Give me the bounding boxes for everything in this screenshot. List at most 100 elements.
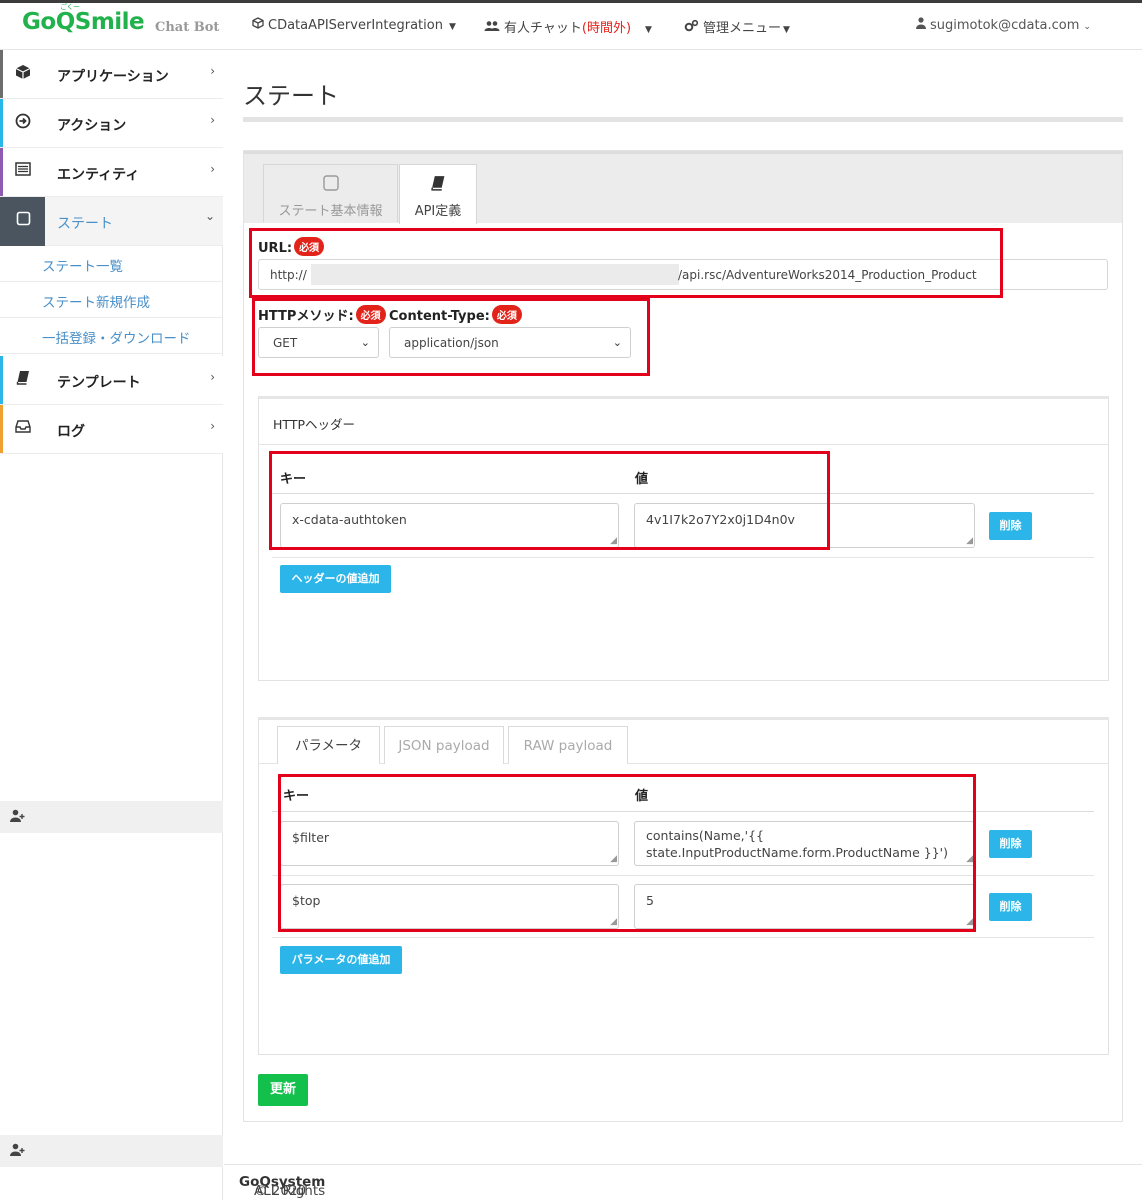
logo-subtitle: Chat Bot [155, 20, 220, 35]
logo[interactable]: ごくー GoQSmile [22, 3, 145, 35]
top-navbar: ごくー GoQSmile Chat Bot CDataAPIServerInte… [0, 0, 1142, 50]
required-badge: 必須 [294, 237, 325, 256]
param-key-input[interactable]: $filter ◢ [280, 821, 619, 866]
cube-icon [14, 64, 32, 82]
sidebar-item-label: ステート [57, 216, 113, 232]
sidebar-item-log[interactable]: ログ › [0, 405, 223, 454]
copyright: © 2020 GoQsystem ALL Rights Reserved. [239, 1174, 325, 1200]
add-header-button[interactable]: ヘッダーの値追加 [280, 565, 391, 593]
sidebar-subitem-label: 一括登録・ダウンロード [42, 331, 191, 347]
sidebar-subitem-label: ステート新規作成 [42, 295, 150, 311]
user-plus-icon [10, 1143, 25, 1160]
tab-api-definition[interactable]: API定義 [399, 164, 477, 224]
sidebar-accent [0, 148, 3, 196]
divider [259, 444, 1108, 445]
inbox-icon [14, 419, 32, 437]
divider [272, 875, 1094, 876]
gears-icon [684, 19, 699, 35]
url-path: /api.rsc/AdventureWorks2014_Production_P… [678, 268, 977, 282]
tab-raw-payload[interactable]: RAW payload [508, 726, 628, 764]
sidebar-subitem-bulk[interactable]: 一括登録・ダウンロード [0, 318, 223, 354]
tab-label: ステート基本情報 [278, 204, 383, 219]
param-delete-button[interactable]: 削除 [989, 893, 1032, 921]
sidebar-item-label: テンプレート [57, 375, 141, 391]
sidebar-subitem-state-list[interactable]: ステート一覧 [0, 246, 223, 282]
url-label: URL: 必須 [258, 237, 325, 256]
param-col-key: キー [283, 789, 310, 804]
update-button[interactable]: 更新 [258, 1074, 308, 1106]
param-value-input[interactable]: contains(Name,'{{ state.InputProductName… [634, 821, 975, 866]
redacted-host [311, 264, 679, 285]
param-value-input[interactable]: 5 ◢ [634, 884, 975, 929]
user-dropdown[interactable]: sugimotok@cdata.com ⌄ [916, 17, 1091, 33]
divider [272, 493, 1094, 494]
header-key-input[interactable]: x-cdata-authtoken ◢ [280, 503, 619, 548]
sidebar-subitem-state-new[interactable]: ステート新規作成 [0, 282, 223, 318]
sidebar-item-label: エンティティ [57, 167, 140, 183]
url-prefix: http:// [270, 268, 307, 282]
sidebar-item-action[interactable]: アクション › [0, 99, 223, 148]
param-key-input[interactable]: $top ◢ [280, 884, 619, 929]
user-email: sugimotok@cdata.com [930, 18, 1080, 33]
header-key-value: x-cdata-authtoken [292, 512, 407, 527]
param-key-value: $filter [292, 830, 330, 845]
admin-menu-label: 管理メニュー [703, 21, 782, 36]
required-badge: 必須 [355, 305, 386, 324]
sidebar-accent [0, 405, 3, 453]
sidebar-user-add[interactable] [0, 1135, 223, 1167]
square-icon [14, 211, 32, 229]
content-type-label-text: Content-Type: [389, 309, 490, 324]
resize-grip-icon: ◢ [966, 536, 973, 546]
book-icon [14, 370, 32, 388]
param-key-value: $top [292, 893, 321, 908]
divider [272, 811, 1094, 812]
sidebar-item-state[interactable]: ステート ⌄ [0, 197, 223, 246]
user-icon [916, 17, 926, 32]
copyright-suffix: ALL Rights Reserved. [254, 1183, 326, 1200]
content-type-select[interactable]: application/json ⌄ [389, 327, 631, 358]
chevron-right-icon: › [210, 370, 215, 384]
param-value-line: contains(Name,'{{ [646, 828, 764, 843]
sidebar-item-label: アクション [57, 118, 127, 134]
tab-json-payload[interactable]: JSON payload [384, 726, 504, 764]
content-type-value: application/json [404, 336, 499, 350]
sidebar-item-label: アプリケーション [57, 69, 169, 85]
param-delete-button[interactable]: 削除 [989, 830, 1032, 858]
param-value-line: state.InputProductName.form.ProductName … [646, 844, 948, 860]
footer: © 2020 GoQsystem ALL Rights Reserved. [224, 1164, 1142, 1200]
param-value-line: 5 [646, 893, 654, 908]
users-icon [484, 20, 500, 35]
url-label-text: URL: [258, 241, 293, 256]
resize-grip-icon: ◢ [610, 536, 617, 546]
page-title: ステート [243, 82, 339, 110]
divider [272, 557, 1094, 558]
sidebar-item-template[interactable]: テンプレート › [0, 356, 223, 405]
url-input[interactable]: http:// /api.rsc/AdventureWorks2014_Prod… [258, 259, 1108, 290]
divider [272, 937, 1094, 938]
logo-q: Q [55, 9, 76, 35]
add-param-button[interactable]: パラメータの値追加 [280, 946, 402, 974]
project-dropdown[interactable]: CDataAPIServerIntegration ▼ [252, 17, 456, 33]
tab-parameters[interactable]: パラメータ [277, 726, 380, 764]
header-col-value: 値 [635, 472, 649, 487]
chevron-right-icon: › [210, 419, 215, 433]
required-badge: 必須 [491, 305, 522, 324]
chat-dropdown[interactable]: 有人チャット(時間外) ▼ [484, 17, 652, 36]
sidebar-item-label: ログ [57, 424, 85, 440]
user-plus-icon [10, 809, 25, 826]
cube-icon [252, 17, 264, 32]
header-value-input[interactable]: 4v1I7k2o7Y2x0j1D4n0v ◢ [634, 503, 975, 548]
admin-menu-dropdown[interactable]: 管理メニュー ▼ [684, 17, 790, 36]
http-method-select[interactable]: GET ⌄ [258, 327, 379, 358]
header-delete-button[interactable]: 削除 [989, 512, 1032, 540]
tab-label: API定義 [414, 204, 462, 219]
sidebar-accent [0, 50, 3, 98]
square-icon [264, 175, 397, 196]
http-method-label: HTTPメソッド: 必須 [258, 305, 386, 324]
sidebar-user-add[interactable] [0, 801, 223, 833]
tab-state-basic[interactable]: ステート基本情報 [263, 164, 398, 222]
resize-grip-icon: ◢ [966, 917, 973, 927]
sidebar-item-application[interactable]: アプリケーション › [0, 50, 223, 99]
sidebar-item-entity[interactable]: エンティティ › [0, 148, 223, 197]
chevron-down-icon: ⌄ [360, 336, 370, 349]
